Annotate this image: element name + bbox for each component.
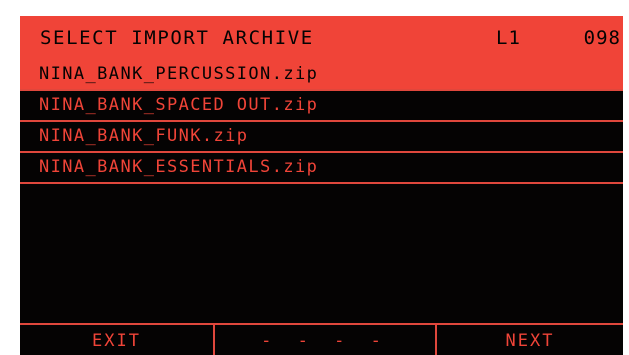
counter-value: 098 (583, 27, 621, 49)
center-softkey[interactable]: - - - - (215, 325, 437, 355)
archive-name: NINA_BANK_ESSENTIALS.zip (39, 157, 319, 177)
archive-name: NINA_BANK_FUNK.zip (39, 126, 249, 146)
list-item[interactable]: NINA_BANK_ESSENTIALS.zip (20, 153, 623, 184)
archive-name: NINA_BANK_SPACED OUT.zip (39, 95, 319, 115)
layer-indicator: L1 (496, 27, 521, 49)
list-item[interactable]: NINA_BANK_FUNK.zip (20, 122, 623, 153)
archive-list: NINA_BANK_PERCUSSION.zip NINA_BANK_SPACE… (20, 60, 623, 184)
device-frame: SELECT IMPORT ARCHIVE L1 098 NINA_BANK_P… (0, 0, 629, 355)
list-item[interactable]: NINA_BANK_PERCUSSION.zip (20, 60, 623, 91)
archive-name: NINA_BANK_PERCUSSION.zip (39, 64, 319, 84)
next-button[interactable]: NEXT (437, 325, 623, 355)
display-screen: SELECT IMPORT ARCHIVE L1 098 NINA_BANK_P… (20, 16, 623, 355)
softkey-bar: EXIT - - - - NEXT (20, 323, 623, 355)
exit-button[interactable]: EXIT (20, 325, 215, 355)
list-item[interactable]: NINA_BANK_SPACED OUT.zip (20, 91, 623, 122)
page-title: SELECT IMPORT ARCHIVE (40, 27, 314, 49)
header-bar: SELECT IMPORT ARCHIVE L1 098 (20, 16, 623, 60)
